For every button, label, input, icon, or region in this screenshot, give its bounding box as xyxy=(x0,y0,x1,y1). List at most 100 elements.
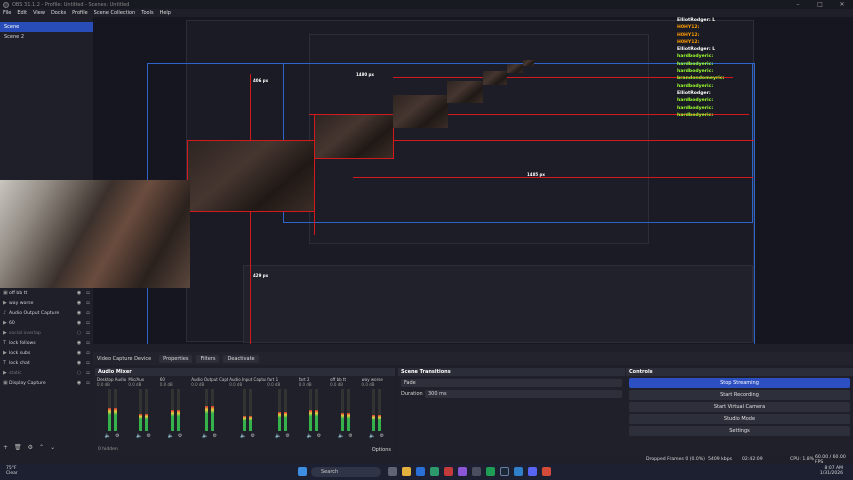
mixer-options-button[interactable]: Options xyxy=(372,447,391,453)
eye-hidden-icon[interactable]: ◌ xyxy=(76,330,82,336)
volume-meter[interactable] xyxy=(97,389,127,431)
gear-icon[interactable]: ⚙ xyxy=(213,433,217,439)
lock-icon[interactable]: ▫ xyxy=(85,330,91,336)
source-item[interactable]: ▶ lock subs ◉ ▫ xyxy=(0,348,93,358)
move-up-icon[interactable]: ⌃ xyxy=(39,444,44,451)
eye-icon[interactable]: ◉ xyxy=(76,300,82,306)
app-icon[interactable] xyxy=(514,467,523,476)
volume-meter[interactable] xyxy=(299,389,329,431)
menu-view[interactable]: View xyxy=(33,10,45,16)
lock-icon[interactable]: ▫ xyxy=(85,370,91,376)
lock-icon[interactable]: ▫ xyxy=(85,320,91,326)
volume-meter[interactable] xyxy=(128,389,158,431)
speaker-icon[interactable]: 🔈 xyxy=(307,433,313,439)
menu-scene-collection[interactable]: Scene Collection xyxy=(94,10,136,16)
eye-icon[interactable]: ◉ xyxy=(76,350,82,356)
volume-meter[interactable] xyxy=(191,389,228,431)
speaker-icon[interactable]: 🔈 xyxy=(369,433,375,439)
duration-input[interactable]: 300 ms xyxy=(425,390,622,398)
eye-icon[interactable]: ◉ xyxy=(76,340,82,346)
add-icon[interactable]: + xyxy=(3,444,8,451)
source-item[interactable]: ▣ off bb tt ◉ ▫ xyxy=(0,288,93,298)
volume-meter[interactable] xyxy=(267,389,297,431)
app-icon[interactable] xyxy=(458,467,467,476)
maximize-icon[interactable]: □ xyxy=(809,0,831,9)
lock-icon[interactable]: ▫ xyxy=(85,300,91,306)
source-item[interactable]: ♪ Audio Output Capture ◉ ▫ xyxy=(0,308,93,318)
volume-meter[interactable] xyxy=(160,389,190,431)
task-view-icon[interactable] xyxy=(388,467,397,476)
gear-icon[interactable]: ⚙ xyxy=(348,433,352,439)
menu-docks[interactable]: Docks xyxy=(51,10,66,16)
app-icon[interactable] xyxy=(486,467,495,476)
gear-icon[interactable]: ⚙ xyxy=(28,444,33,451)
volume-meter[interactable] xyxy=(362,389,392,431)
gear-icon[interactable]: ⚙ xyxy=(251,433,255,439)
eye-hidden-icon[interactable]: ◌ xyxy=(76,370,82,376)
menu-edit[interactable]: Edit xyxy=(17,10,27,16)
taskbar-search[interactable]: Search xyxy=(311,467,381,477)
volume-meter[interactable] xyxy=(229,389,266,431)
taskbar-clock[interactable]: 8:07 AM 1/31/2026 xyxy=(820,466,843,476)
speaker-icon[interactable]: 🔈 xyxy=(168,433,174,439)
lock-icon[interactable]: ▫ xyxy=(85,350,91,356)
filters-button[interactable]: Filters xyxy=(196,354,220,363)
preview-canvas[interactable]: 406 px 429 px 1485 px 1480 px ElliotRodg… xyxy=(93,17,853,344)
settings-button[interactable]: Settings xyxy=(629,426,850,436)
speaker-icon[interactable]: 🔈 xyxy=(240,433,246,439)
lock-icon[interactable]: ▫ xyxy=(85,380,91,386)
menu-file[interactable]: File xyxy=(3,10,11,16)
speaker-icon[interactable]: 🔈 xyxy=(105,433,111,439)
scene-item[interactable]: Scene 2 xyxy=(0,32,93,42)
speaker-icon[interactable]: 🔈 xyxy=(136,433,142,439)
file-explorer-icon[interactable] xyxy=(402,467,411,476)
menu-help[interactable]: Help xyxy=(160,10,171,16)
lock-icon[interactable]: ▫ xyxy=(85,310,91,316)
source-item[interactable]: Tlock chat ◉ ▫ xyxy=(0,358,93,368)
eye-icon[interactable]: ◉ xyxy=(76,380,82,386)
volume-meter[interactable] xyxy=(330,389,360,431)
gear-icon[interactable]: ⚙ xyxy=(178,433,182,439)
eye-icon[interactable]: ◉ xyxy=(76,290,82,296)
gear-icon[interactable]: ⚙ xyxy=(380,433,384,439)
steam-icon[interactable] xyxy=(500,467,509,476)
move-down-icon[interactable]: ⌄ xyxy=(50,444,55,451)
eye-icon[interactable]: ◉ xyxy=(76,310,82,316)
start-virtual-camera-button[interactable]: Start Virtual Camera xyxy=(629,402,850,412)
lock-icon[interactable]: ▫ xyxy=(85,340,91,346)
gear-icon[interactable]: ⚙ xyxy=(285,433,289,439)
menu-tools[interactable]: Tools xyxy=(141,10,153,16)
app-icon[interactable] xyxy=(430,467,439,476)
windows-start-icon[interactable] xyxy=(298,467,307,476)
speaker-icon[interactable]: 🔈 xyxy=(275,433,281,439)
source-item[interactable]: ▣ Display Capture ◉ ▫ xyxy=(0,378,93,388)
eye-icon[interactable]: ◉ xyxy=(76,360,82,366)
source-item[interactable]: ▶ social overlap ◌ ▫ xyxy=(0,328,93,338)
gear-icon[interactable]: ⚙ xyxy=(147,433,151,439)
minimize-icon[interactable]: – xyxy=(787,0,809,9)
edge-icon[interactable] xyxy=(416,467,425,476)
trash-icon[interactable]: 🗑 xyxy=(14,444,22,451)
speaker-icon[interactable]: 🔈 xyxy=(338,433,344,439)
gear-icon[interactable]: ⚙ xyxy=(317,433,321,439)
source-item[interactable]: ▶ static ◌ ▫ xyxy=(0,368,93,378)
properties-button[interactable]: Properties xyxy=(159,354,193,363)
close-icon[interactable]: ✕ xyxy=(831,0,853,9)
stop-streaming-button[interactable]: Stop Streaming xyxy=(629,378,850,388)
studio-mode-button[interactable]: Studio Mode xyxy=(629,414,850,424)
discord-icon[interactable] xyxy=(528,467,537,476)
weather-widget[interactable]: 75°F Clear xyxy=(6,466,18,476)
app-icon[interactable] xyxy=(444,467,453,476)
app-icon[interactable] xyxy=(472,467,481,476)
deactivate-button[interactable]: Deactivate xyxy=(223,354,259,363)
lock-icon[interactable]: ▫ xyxy=(85,290,91,296)
source-item[interactable]: Tlock follows ◉ ▫ xyxy=(0,338,93,348)
lock-icon[interactable]: ▫ xyxy=(85,360,91,366)
app-icon[interactable] xyxy=(542,467,551,476)
scene-item[interactable]: Scene xyxy=(0,22,93,32)
gear-icon[interactable]: ⚙ xyxy=(115,433,119,439)
transition-select[interactable]: Fade xyxy=(401,379,622,387)
source-item[interactable]: ▶ way worse ◉ ▫ xyxy=(0,298,93,308)
source-item[interactable]: ▶ 60 ◉ ▫ xyxy=(0,318,93,328)
speaker-icon[interactable]: 🔈 xyxy=(202,433,208,439)
